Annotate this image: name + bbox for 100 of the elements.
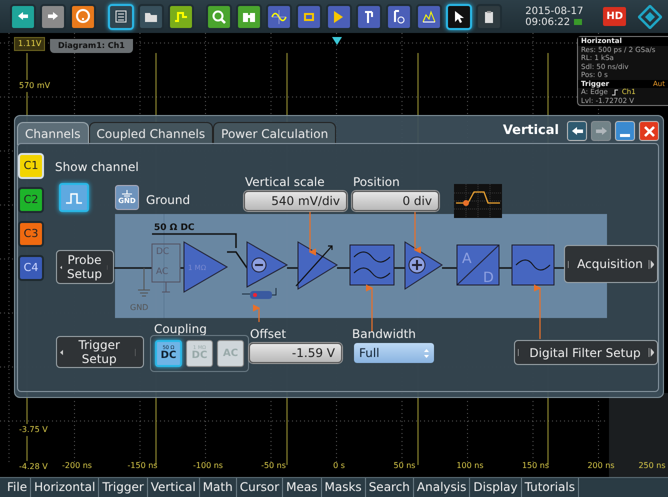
input-field[interactable]: 0 div xyxy=(352,191,439,211)
date-text: 2015-08-17 xyxy=(525,6,584,16)
zoom-icon xyxy=(211,8,227,24)
pointer-button[interactable] xyxy=(446,4,472,30)
menu-item[interactable]: Masks xyxy=(322,478,366,497)
zoom-button[interactable] xyxy=(206,4,232,30)
axis-label: 1.11V xyxy=(14,37,46,51)
redo-button[interactable] xyxy=(40,4,66,30)
menu-item[interactable]: Vertical xyxy=(148,478,200,497)
menu-item[interactable]: Trigger xyxy=(99,478,148,497)
menu-item[interactable]: Cursor xyxy=(236,478,284,497)
tab[interactable]: Channels xyxy=(17,122,89,145)
axis-label: 150 ns xyxy=(522,460,550,472)
converter-label: A xyxy=(462,251,472,267)
converter-label: D xyxy=(483,270,494,286)
adder-drawing xyxy=(404,241,443,290)
waveform-icon xyxy=(271,8,287,24)
menu-item[interactable]: Analysis xyxy=(414,478,470,497)
open-button[interactable] xyxy=(138,4,164,30)
leader-arrow xyxy=(534,284,542,339)
input-field[interactable]: 540 mV/div xyxy=(244,191,347,211)
filter-drawing xyxy=(350,244,394,286)
minimize-icon xyxy=(620,134,630,136)
clipboard-button[interactable] xyxy=(476,4,502,30)
network-icon xyxy=(574,19,582,25)
ground-symbol xyxy=(138,268,150,296)
gnd-label: GND xyxy=(130,303,148,312)
help-button[interactable] xyxy=(70,4,96,30)
undo-button[interactable] xyxy=(10,4,36,30)
leader-arrow xyxy=(308,210,316,256)
undo-button[interactable] xyxy=(567,121,587,141)
menu-item[interactable]: Math xyxy=(200,478,237,497)
menu-item[interactable]: Search xyxy=(366,478,414,497)
timer-icon xyxy=(391,8,407,24)
spinner-icon xyxy=(424,348,429,358)
reference-button[interactable] xyxy=(326,4,352,30)
amplifier-drawing xyxy=(184,241,228,293)
menu-item[interactable]: Horizontal xyxy=(31,478,100,497)
axis-label: -100 ns xyxy=(193,460,223,472)
waveform-button[interactable] xyxy=(266,4,292,30)
channel-tab[interactable]: C4 xyxy=(18,255,44,281)
bandwidth-dropdown[interactable]: Full xyxy=(354,343,434,363)
menu-item[interactable]: Tutorials xyxy=(522,478,579,497)
diagram-tab[interactable]: Diagram1: Ch1 xyxy=(50,39,133,53)
menu-item[interactable]: Meas xyxy=(283,478,322,497)
logo-icon xyxy=(638,4,662,28)
field-label: Offset xyxy=(250,326,286,343)
input-field[interactable]: -1.59 V xyxy=(249,343,342,363)
filter-drawing xyxy=(512,244,554,286)
ground-icon xyxy=(121,190,133,198)
waveform-preview-icon xyxy=(454,184,502,218)
cursor-button[interactable] xyxy=(356,4,382,30)
minimize-button[interactable] xyxy=(615,121,635,141)
close-icon xyxy=(642,124,656,138)
axis-label: 0 s xyxy=(333,460,345,472)
tab[interactable]: Coupled Channels xyxy=(88,122,214,145)
axis-label: -150 ns xyxy=(128,460,158,472)
leader-arrow xyxy=(414,210,421,254)
search-button[interactable] xyxy=(236,4,262,30)
leader-arrow xyxy=(253,304,260,322)
subtractor-drawing xyxy=(246,241,288,288)
dialog-title: Vertical xyxy=(502,122,559,140)
close-button[interactable] xyxy=(639,121,659,141)
spectrum-button[interactable] xyxy=(416,4,442,30)
show-channel-button[interactable] xyxy=(59,183,89,212)
edge-icon xyxy=(612,88,618,96)
ground-label: Ground xyxy=(146,192,190,209)
axis-label: -50 ns xyxy=(261,460,286,472)
axis-label: 570 mV xyxy=(18,80,52,92)
pulse-icon xyxy=(65,190,83,204)
digital-filter-setup-button[interactable]: Digital Filter Setup xyxy=(514,340,658,365)
converter-drawing xyxy=(456,244,500,286)
coupling-label: Coupling xyxy=(154,321,207,338)
menu-item[interactable]: File xyxy=(4,478,32,497)
show-channel-label: Show channel xyxy=(55,159,139,176)
spectrum-icon xyxy=(421,8,437,24)
field-label: Vertical scale xyxy=(245,174,325,191)
switch-drawing xyxy=(152,244,180,292)
field-label: Bandwidth xyxy=(352,326,416,343)
math-button[interactable] xyxy=(296,4,322,30)
trigger-marker-icon xyxy=(332,37,342,45)
axis-label: 250 ns xyxy=(638,460,666,472)
coupling-label: AC xyxy=(156,267,168,277)
list-icon xyxy=(113,8,129,24)
probe-drawing xyxy=(242,288,276,299)
axis-label: 100 ns xyxy=(456,460,484,472)
menu-item[interactable]: Display xyxy=(470,478,522,497)
field-label: Position xyxy=(353,174,400,191)
acquisition-button[interactable]: Acquisition xyxy=(564,245,658,283)
measure-button[interactable] xyxy=(386,4,412,30)
channel-tab[interactable]: C2 xyxy=(18,187,44,213)
trigger-setup-button[interactable]: Trigger Setup xyxy=(56,336,144,368)
probe-setup-button[interactable]: Probe Setup xyxy=(56,250,114,284)
layout-button[interactable] xyxy=(108,4,134,30)
axis-label: 50 ns xyxy=(394,460,416,472)
termination-label: 50 Ω DC xyxy=(154,223,195,233)
autoset-button[interactable] xyxy=(168,4,194,30)
tab[interactable]: Power Calculation xyxy=(213,122,336,145)
channel-tab[interactable]: C3 xyxy=(18,221,44,247)
channel-tab[interactable]: C1 xyxy=(18,153,44,179)
